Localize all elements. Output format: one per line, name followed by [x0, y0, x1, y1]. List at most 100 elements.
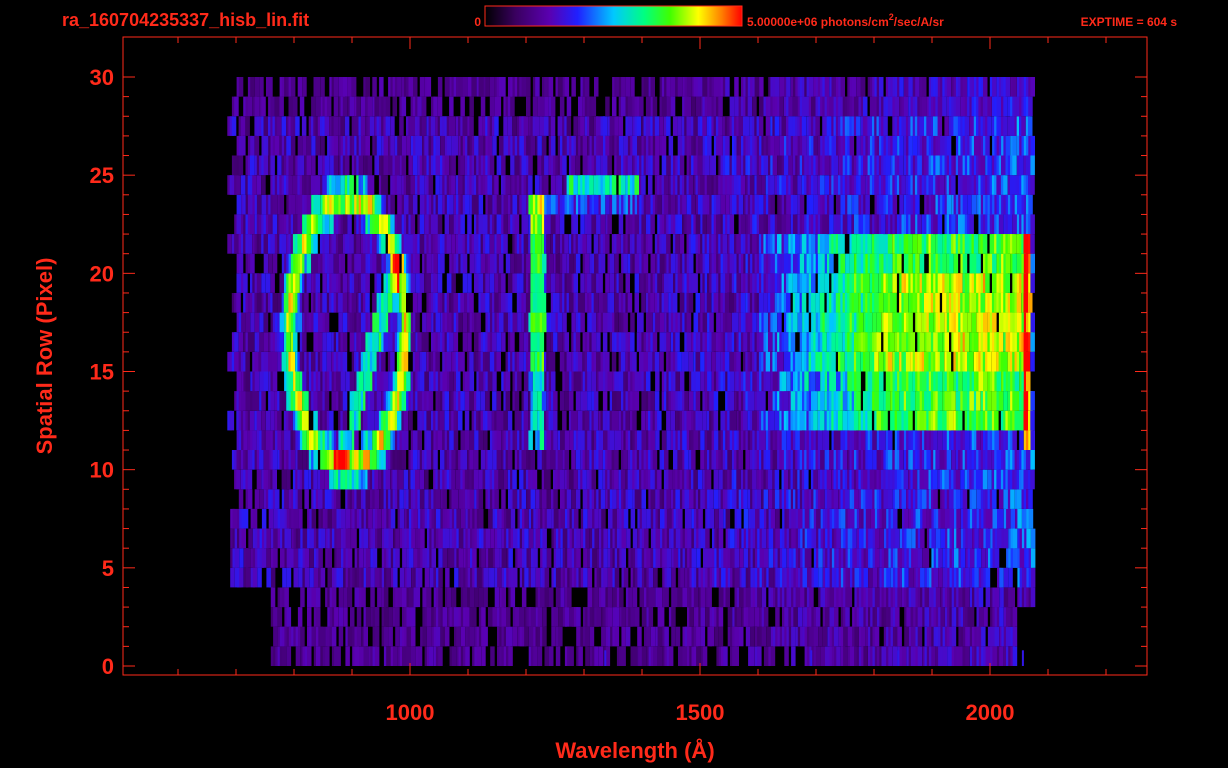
heatmap-cell	[596, 607, 601, 627]
heatmap-cell	[603, 312, 608, 333]
heatmap-cell	[413, 508, 418, 529]
heatmap-cell	[632, 410, 637, 431]
heatmap-cell	[293, 332, 298, 352]
heatmap-cell	[369, 391, 375, 411]
heatmap-cell	[286, 646, 292, 666]
heatmap-cell	[967, 528, 973, 549]
heatmap-cell	[519, 351, 524, 372]
heatmap-cell	[569, 646, 574, 666]
heatmap-cell	[957, 410, 963, 431]
heatmap-cell	[424, 469, 429, 490]
heatmap-cell	[583, 508, 588, 529]
heatmap-cell	[298, 508, 303, 529]
heatmap-cell	[583, 567, 588, 588]
heatmap-cell	[971, 312, 977, 333]
heatmap-cell	[331, 273, 336, 293]
heatmap-cell	[307, 646, 312, 666]
heatmap-cell	[630, 332, 635, 352]
heatmap-cell	[727, 450, 732, 470]
heatmap-cell	[426, 410, 431, 431]
heatmap-cell	[374, 469, 379, 490]
heatmap-cell	[485, 528, 491, 549]
heatmap-cell	[417, 646, 423, 666]
heatmap-cell	[403, 351, 409, 372]
heatmap-cell	[458, 312, 463, 333]
heatmap-cell	[370, 567, 375, 588]
heatmap-cell	[730, 528, 735, 549]
heatmap-cell	[282, 567, 287, 588]
heatmap-cell	[928, 312, 934, 333]
heatmap-cell	[757, 646, 762, 666]
heatmap-cell	[1014, 371, 1020, 392]
heatmap-cell	[420, 528, 425, 549]
heatmap-cell	[937, 371, 943, 392]
heatmap-cell	[881, 430, 886, 450]
heatmap-cell	[300, 587, 305, 608]
heatmap-cell	[317, 332, 323, 352]
heatmap-cell	[893, 508, 898, 529]
heatmap-cell	[261, 508, 267, 529]
heatmap-cell	[1030, 410, 1035, 431]
heatmap-cell	[261, 273, 266, 293]
heatmap-cell	[813, 567, 819, 588]
heatmap-cell	[1012, 430, 1017, 450]
heatmap-cell	[677, 351, 682, 372]
heatmap-cell	[496, 430, 502, 450]
heatmap-cell	[329, 410, 334, 431]
heatmap-cell	[917, 312, 922, 333]
heatmap-cell	[286, 332, 291, 352]
heatmap-cell	[688, 391, 694, 411]
heatmap-cell	[521, 450, 526, 470]
heatmap-cell	[1028, 293, 1033, 313]
heatmap-cell	[1030, 469, 1035, 490]
heatmap-cell	[650, 626, 656, 647]
heatmap-cell	[924, 548, 930, 568]
heatmap-cell	[657, 587, 663, 608]
heatmap-cell	[510, 587, 516, 608]
heatmap-cell	[342, 312, 348, 333]
heatmap-cell	[783, 469, 789, 490]
heatmap-cell	[718, 626, 724, 647]
heatmap-cell	[709, 626, 715, 647]
heatmap-cell	[568, 293, 574, 313]
heatmap-cell	[388, 528, 393, 549]
colorbar	[484, 5, 743, 27]
heatmap-cell	[637, 626, 642, 647]
heatmap-cell	[345, 646, 350, 666]
heatmap-cell	[469, 587, 475, 608]
heatmap-cell	[1003, 391, 1008, 411]
heatmap-cell	[940, 312, 945, 333]
heatmap-cell	[483, 430, 488, 450]
heatmap-cell	[818, 626, 823, 647]
heatmap-cell	[532, 469, 538, 490]
heatmap-cell	[254, 351, 259, 372]
heatmap-cell	[560, 587, 565, 608]
heatmap-cell	[752, 312, 757, 333]
heatmap-cell	[322, 273, 327, 293]
heatmap-cell	[784, 646, 789, 666]
heatmap-cell	[322, 332, 327, 352]
heatmap-cell	[349, 332, 355, 352]
heatmap-cell	[905, 351, 911, 372]
heatmap-cell	[768, 489, 773, 509]
heatmap-cell	[352, 528, 357, 549]
heatmap-cell	[969, 607, 975, 627]
heatmap-cell	[541, 391, 547, 411]
heatmap-cell	[390, 508, 396, 529]
heatmap-cell	[693, 469, 698, 490]
heatmap-cell	[351, 293, 357, 313]
heatmap-cell	[374, 332, 379, 352]
heatmap-cell	[998, 332, 1004, 352]
heatmap-cell	[350, 607, 355, 627]
heatmap-cell	[383, 332, 388, 352]
heatmap-cell	[542, 626, 547, 647]
heatmap-cell	[937, 430, 943, 450]
heatmap-cell	[498, 469, 504, 490]
heatmap-cell	[994, 587, 1000, 608]
heatmap-cell	[852, 528, 857, 549]
heatmap-cell	[743, 508, 749, 529]
heatmap-cell	[560, 430, 565, 450]
heatmap-cell	[297, 312, 303, 333]
heatmap-cell	[307, 607, 312, 627]
heatmap-cell	[623, 567, 629, 588]
